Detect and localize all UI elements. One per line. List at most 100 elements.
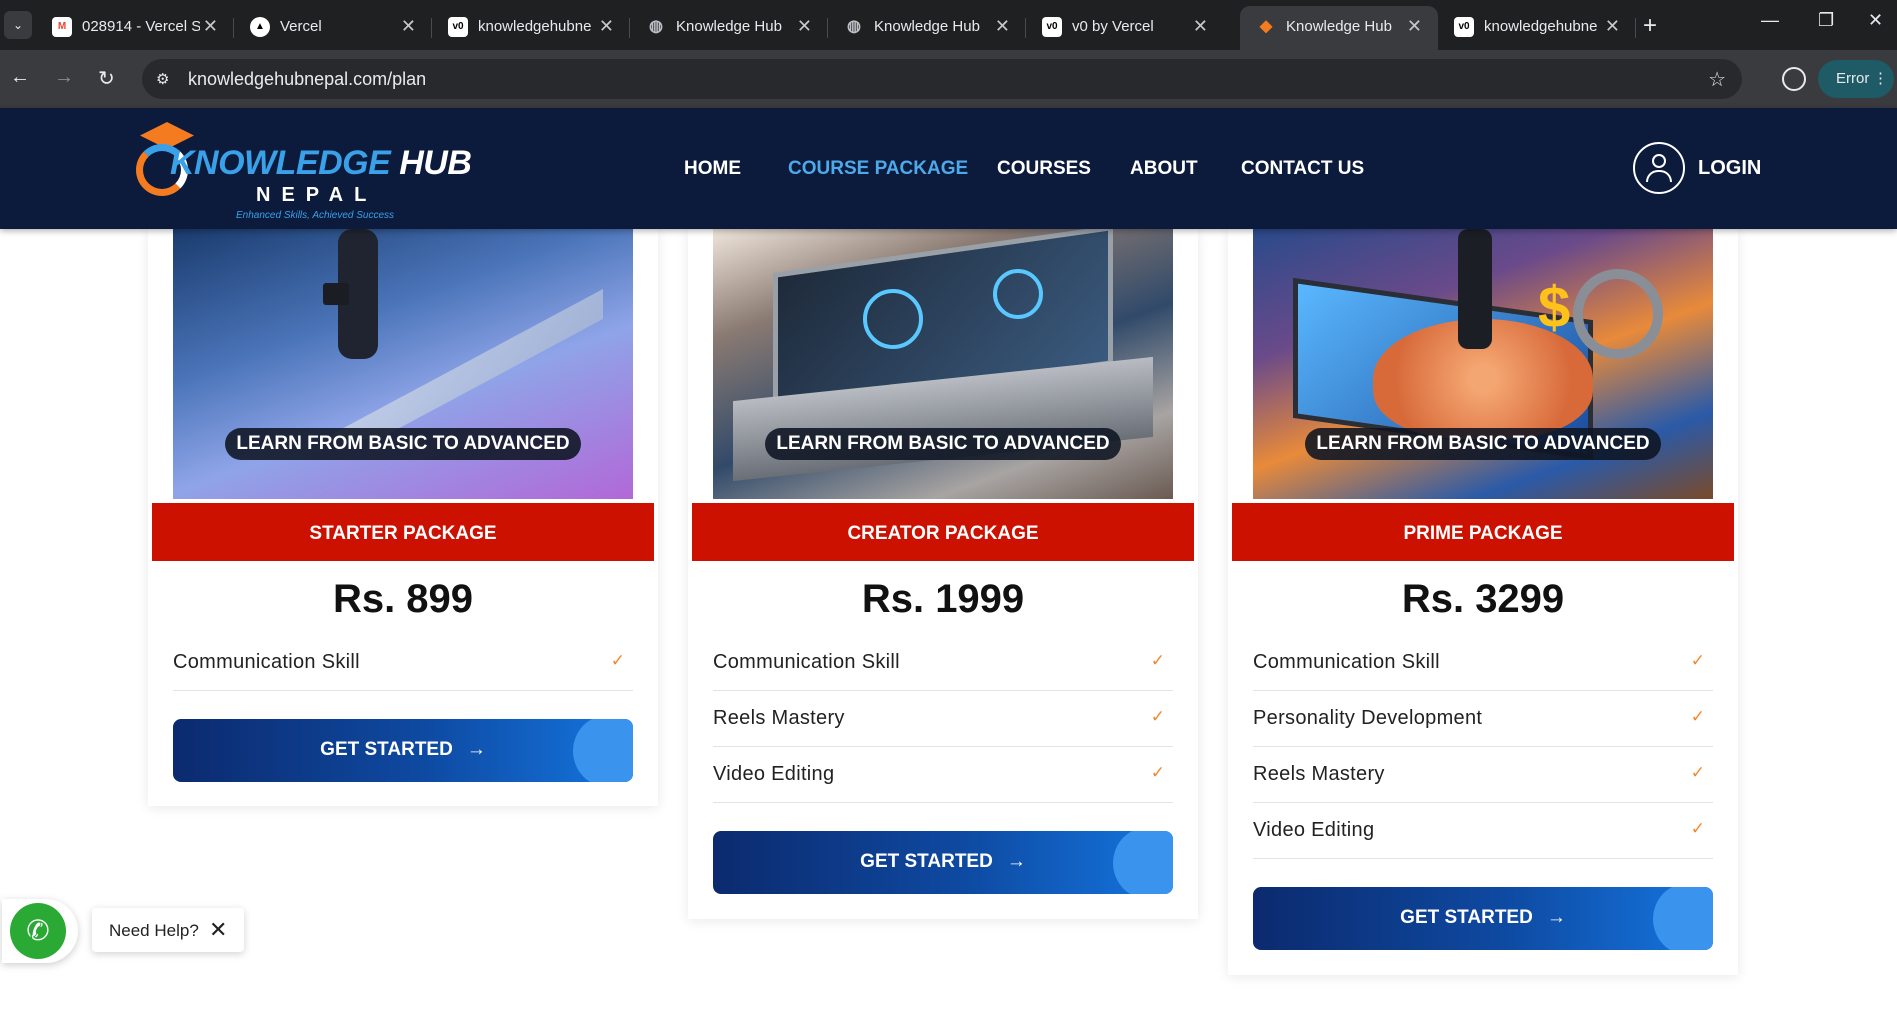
tab-title: 028914 - Vercel S <box>82 18 200 35</box>
browser-tab[interactable]: M 028914 - Vercel S ✕ <box>36 6 234 50</box>
globe-icon: ◍ <box>649 18 663 35</box>
tab-title: Knowledge Hub <box>676 18 782 35</box>
nav-contact-us[interactable]: CONTACT US <box>1241 158 1364 180</box>
tab-title: v0 by Vercel <box>1072 18 1154 35</box>
more-menu-icon[interactable]: ⋮ <box>1873 60 1888 98</box>
browser-tab[interactable]: v0 v0 by Vercel ✕ <box>1026 6 1224 50</box>
url-text[interactable]: knowledgehubnepal.com/plan <box>188 69 426 90</box>
package-image: LEARN FROM BASIC TO ADVANCED <box>173 229 633 499</box>
logo-tagline: Enhanced Skills, Achieved Success <box>236 210 395 221</box>
profile-icon[interactable] <box>1782 67 1806 91</box>
feature-item: Reels Mastery ✓ <box>713 691 1173 747</box>
logo-wordmark: KNOWLEDGE HUB <box>170 144 472 182</box>
nav-course-package[interactable]: COURSE PACKAGE <box>788 158 968 180</box>
gmail-icon: M <box>52 17 72 37</box>
browser-tab-bar: ⌄ M 028914 - Vercel S ✕ ▲ Vercel ✕ v0 kn… <box>0 0 1897 50</box>
check-icon: ✓ <box>1150 651 1165 670</box>
v0-icon: v0 <box>448 17 468 37</box>
check-icon: ✓ <box>1690 763 1705 782</box>
check-icon: ✓ <box>1690 707 1705 726</box>
logo-subtitle: NEPAL <box>256 184 378 206</box>
help-label: Need Help? <box>109 921 199 940</box>
feature-item: Communication Skill ✓ <box>713 635 1173 691</box>
error-badge[interactable]: Error ⋮ <box>1818 60 1894 98</box>
arrow-right-icon: → <box>466 739 486 760</box>
tab-search-chevron-icon[interactable]: ⌄ <box>4 11 32 39</box>
forward-icon[interactable]: → <box>54 66 74 89</box>
package-card-prime: $ LEARN FROM BASIC TO ADVANCED PRIME PAC… <box>1228 229 1738 975</box>
nav-courses[interactable]: COURSES <box>997 158 1091 180</box>
vercel-icon: ▲ <box>250 17 270 37</box>
arrow-right-icon: → <box>1006 851 1026 872</box>
user-icon[interactable] <box>1633 142 1685 194</box>
tab-title: knowledgehubne <box>478 18 592 35</box>
feature-item: Communication Skill ✓ <box>1253 635 1713 691</box>
browser-tab-active[interactable]: ◆ Knowledge Hub ✕ <box>1240 6 1438 50</box>
check-icon: ✓ <box>1150 707 1165 726</box>
url-box[interactable]: ⚙ knowledgehubnepal.com/plan ☆ <box>142 59 1742 99</box>
package-image: LEARN FROM BASIC TO ADVANCED <box>713 229 1173 499</box>
knowledge-hub-icon: ◆ <box>1259 18 1273 35</box>
tab-title: Knowledge Hub <box>1286 18 1392 35</box>
error-label: Error <box>1836 70 1870 87</box>
package-price: Rs. 3299 <box>1401 577 1565 621</box>
get-started-button[interactable]: GET STARTED → <box>713 831 1173 894</box>
package-price: Rs. 899 <box>332 577 474 621</box>
feature-item: Communication Skill ✓ <box>173 635 633 691</box>
package-title: CREATOR PACKAGE <box>690 501 1196 563</box>
browser-tab[interactable]: ▲ Vercel ✕ <box>234 6 432 50</box>
check-icon: ✓ <box>1690 819 1705 838</box>
whatsapp-widget[interactable]: ✆ <box>0 899 80 963</box>
package-card-starter: LEARN FROM BASIC TO ADVANCED STARTER PAC… <box>148 229 658 806</box>
back-icon[interactable]: ← <box>10 66 30 89</box>
browser-tab[interactable]: ◍ Knowledge Hub ✕ <box>630 6 828 50</box>
feature-label: Communication Skill <box>173 651 360 673</box>
new-tab-icon[interactable]: + <box>1643 12 1657 40</box>
package-banner: LEARN FROM BASIC TO ADVANCED <box>225 428 581 460</box>
feature-label: Video Editing <box>713 763 835 785</box>
browser-tab[interactable]: v0 knowledgehubne ✕ <box>432 6 630 50</box>
nav-about[interactable]: ABOUT <box>1130 158 1198 180</box>
package-title: PRIME PACKAGE <box>1230 501 1736 563</box>
package-banner: LEARN FROM BASIC TO ADVANCED <box>1305 428 1661 460</box>
browser-tab[interactable]: ◍ Knowledge Hub ✕ <box>828 6 1026 50</box>
close-tab-icon[interactable]: ✕ <box>1193 16 1208 37</box>
package-image: $ LEARN FROM BASIC TO ADVANCED <box>1253 229 1713 499</box>
whatsapp-icon[interactable]: ✆ <box>10 903 66 959</box>
restore-icon[interactable]: ❐ <box>1818 10 1834 31</box>
login-link[interactable]: LOGIN <box>1698 157 1761 180</box>
close-tab-icon[interactable]: ✕ <box>995 16 1010 37</box>
close-tab-icon[interactable]: ✕ <box>599 16 614 37</box>
arrow-right-icon: → <box>1546 907 1566 928</box>
site-logo[interactable]: KNOWLEDGE HUB NEPAL Enhanced Skills, Ach… <box>134 122 472 221</box>
close-tab-icon[interactable]: ✕ <box>1407 16 1422 37</box>
address-bar: ← → ↻ ⚙ knowledgehubnepal.com/plan ☆ Err… <box>0 50 1897 108</box>
nav-home[interactable]: HOME <box>684 158 741 180</box>
feature-item: Personality Development ✓ <box>1253 691 1713 747</box>
feature-label: Reels Mastery <box>713 707 845 729</box>
browser-tab[interactable]: v0 knowledgehubne ✕ <box>1438 6 1636 50</box>
bookmark-star-icon[interactable]: ☆ <box>1708 67 1726 92</box>
close-tab-icon[interactable]: ✕ <box>1605 16 1620 37</box>
check-icon: ✓ <box>610 651 625 670</box>
close-tab-icon[interactable]: ✕ <box>797 16 812 37</box>
help-tooltip: Need Help? ✕ <box>92 908 244 952</box>
tab-title: Vercel <box>280 18 322 35</box>
feature-label: Communication Skill <box>1253 651 1440 673</box>
close-tab-icon[interactable]: ✕ <box>203 16 218 37</box>
close-window-icon[interactable]: ✕ <box>1868 10 1883 31</box>
package-banner: LEARN FROM BASIC TO ADVANCED <box>765 428 1121 460</box>
feature-item: Reels Mastery ✓ <box>1253 747 1713 803</box>
tab-title: Knowledge Hub <box>874 18 980 35</box>
minimize-icon[interactable]: — <box>1761 10 1779 31</box>
get-started-button[interactable]: GET STARTED → <box>173 719 633 782</box>
check-icon: ✓ <box>1150 763 1165 782</box>
get-started-button[interactable]: GET STARTED → <box>1253 887 1713 950</box>
v0-icon: v0 <box>1454 17 1474 37</box>
feature-label: Reels Mastery <box>1253 763 1385 785</box>
close-tab-icon[interactable]: ✕ <box>401 16 416 37</box>
close-icon[interactable]: ✕ <box>209 917 227 943</box>
site-info-icon[interactable]: ⚙ <box>156 70 169 88</box>
check-icon: ✓ <box>1690 651 1705 670</box>
reload-icon[interactable]: ↻ <box>98 66 115 91</box>
